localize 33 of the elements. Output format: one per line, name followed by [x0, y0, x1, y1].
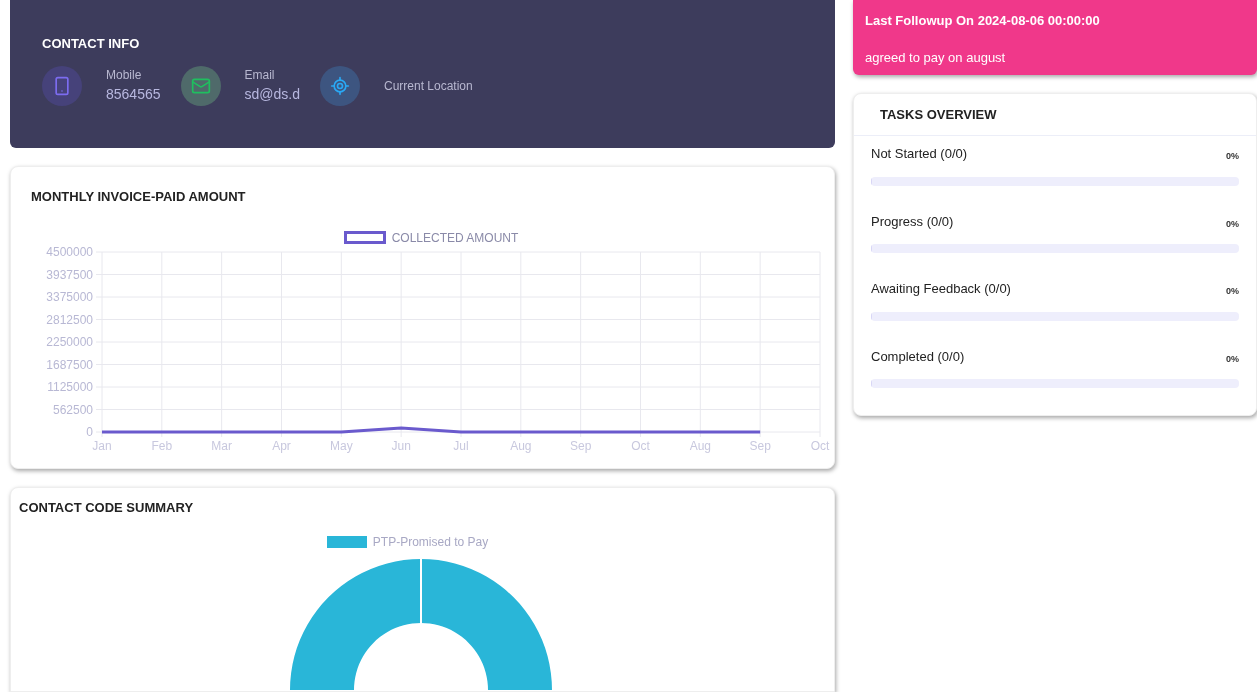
y-axis-label: 2250000 [46, 334, 93, 349]
followup-title: Last Followup On 2024-08-06 00:00:00 [865, 12, 1101, 30]
phone-icon [52, 75, 72, 96]
field-label: Email [244, 67, 276, 84]
task-label: Progress (0/0) [871, 212, 954, 231]
y-axis-label: 4500000 [46, 244, 93, 259]
card-title: MONTHLY INVOICE-PAID AMOUNT [30, 188, 247, 206]
field-label: Mobile [106, 67, 143, 84]
card-title: CONTACT CODE SUMMARY [18, 499, 195, 517]
card-title: TASKS OVERVIEW [880, 105, 997, 124]
y-axis-label: 1687500 [46, 357, 93, 371]
y-axis-label: 2812500 [46, 312, 93, 326]
field-label: Current Location [384, 77, 473, 95]
y-axis-label: 0 [86, 424, 93, 439]
legend-label: PTP-Promised to Pay [372, 533, 489, 551]
task-label: Awaiting Feedback (0/0) [871, 280, 1011, 298]
task-percent: 0% [1226, 352, 1239, 366]
y-axis-label: 3375000 [46, 289, 93, 304]
field-value: 8564565 [106, 85, 161, 104]
legend-swatch [343, 231, 386, 244]
location-icon [330, 75, 350, 96]
y-axis-label: 562500 [52, 402, 93, 416]
card-title: CONTACT INFO [42, 35, 141, 53]
task-percent: 0% [1226, 150, 1239, 163]
y-axis-label: 3937500 [46, 267, 93, 281]
field-value: sd@ds.d [244, 85, 300, 104]
task-label: Not Started (0/0) [871, 145, 968, 163]
legend-label: COLLECTED AMOUNT [391, 229, 519, 247]
task-label: Completed (0/0) [871, 347, 965, 366]
task-percent: 0% [1226, 285, 1239, 298]
y-axis-label: 1125000 [47, 379, 93, 394]
followup-note: agreed to pay on august [865, 48, 1007, 67]
task-percent: 0% [1226, 217, 1239, 231]
